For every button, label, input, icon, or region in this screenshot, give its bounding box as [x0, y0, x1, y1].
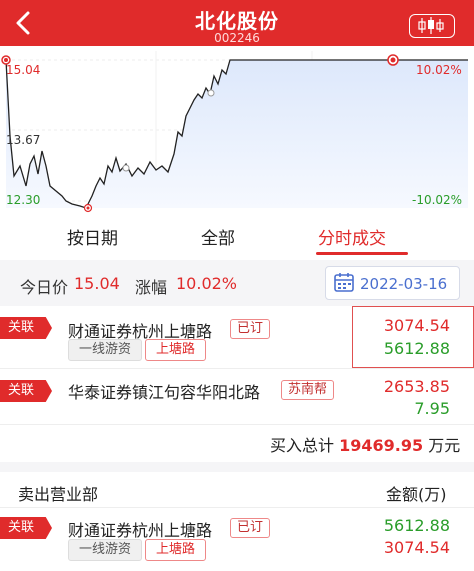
tab-active-indicator — [316, 252, 408, 255]
kline-toggle-button[interactable] — [409, 14, 455, 38]
candlestick-icon — [418, 17, 444, 34]
sell-amount: 7.95 — [414, 399, 450, 418]
page-title: 北化股份 — [195, 9, 279, 33]
sell-amount: 3074.54 — [383, 538, 450, 557]
price-label: 今日价 — [20, 278, 69, 297]
row-divider — [0, 424, 474, 425]
tab-all[interactable]: 全部 — [201, 224, 235, 249]
sell-section-title: 卖出营业部 — [18, 485, 99, 504]
buy-total-unit: 万元 — [428, 436, 461, 455]
change-label: 涨幅 — [135, 278, 168, 297]
group-badge[interactable]: 苏南帮 — [281, 380, 335, 400]
pct-label-high: 10.02% — [416, 63, 462, 77]
related-tag[interactable]: 关联 — [0, 317, 52, 339]
price-value: 15.04 — [74, 274, 120, 293]
trader-type-chip[interactable]: 一线游资 — [68, 339, 143, 361]
buy-amount: 5612.88 — [383, 516, 450, 535]
row-divider — [0, 368, 474, 369]
y-label-low: 12.30 — [6, 193, 41, 207]
buy-total-label: 买入总计 — [270, 436, 335, 455]
highlight-box — [352, 306, 474, 368]
related-tag[interactable]: 关联 — [0, 517, 52, 539]
amount-column-header: 金额(万) — [386, 485, 447, 504]
trader-alias-chip[interactable]: 上塘路 — [145, 539, 207, 561]
buy-total: 买入总计 19469.95 万元 — [270, 432, 460, 456]
tab-timeshare[interactable]: 分时成交 — [318, 224, 386, 249]
change-value: 10.02% — [176, 274, 238, 293]
row-divider — [0, 507, 474, 508]
related-tag[interactable]: 关联 — [0, 380, 52, 402]
buy-amount: 2653.85 — [383, 377, 450, 396]
trader-type-chip[interactable]: 一线游资 — [68, 539, 143, 561]
intraday-chart[interactable] — [0, 46, 474, 214]
subscribed-badge[interactable]: 已订 — [230, 319, 271, 339]
buy-total-value: 19469.95 — [339, 436, 424, 455]
date-value: 2022-03-16 — [360, 275, 448, 293]
section-separator — [0, 462, 474, 472]
trader-alias-chip[interactable]: 上塘路 — [145, 339, 207, 361]
subscribed-badge[interactable]: 已订 — [230, 518, 271, 538]
y-label-high: 15.04 — [6, 63, 41, 77]
stock-code: 002246 — [214, 31, 260, 45]
tab-by-date[interactable]: 按日期 — [67, 224, 118, 249]
calendar-icon — [333, 271, 355, 297]
broker-name[interactable]: 华泰证券镇江句容华阳北路 — [68, 379, 260, 403]
intraday-chart-svg — [1, 51, 468, 213]
pct-label-low: -10.02% — [412, 193, 463, 207]
y-label-mid: 13.67 — [6, 133, 41, 147]
broker-name[interactable]: 财通证券杭州上塘路 — [68, 517, 212, 541]
